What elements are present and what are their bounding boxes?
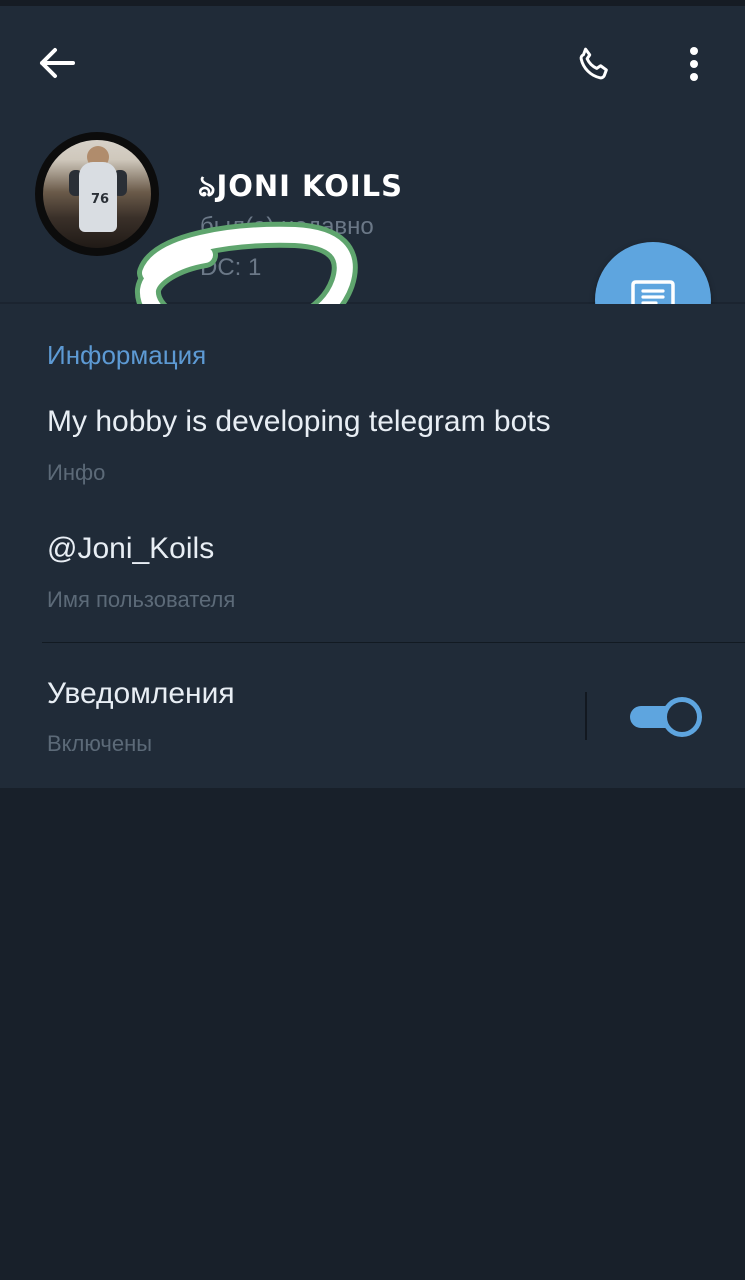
arrow-left-icon bbox=[40, 48, 75, 78]
avatar-shirt-number: 76 bbox=[90, 192, 110, 207]
profile-name: ঌJONI KOILS bbox=[198, 169, 404, 203]
bio-label: Инфо bbox=[47, 460, 106, 485]
notifications-state: Включены bbox=[47, 731, 153, 756]
toggle-divider bbox=[585, 692, 587, 740]
more-vertical-icon bbox=[690, 47, 698, 81]
notifications-title: Уведомления bbox=[47, 677, 235, 710]
phone-icon bbox=[579, 47, 608, 80]
avatar[interactable]: 76 bbox=[35, 132, 159, 256]
section-separator bbox=[42, 642, 745, 643]
more-menu-button[interactable] bbox=[668, 34, 720, 94]
toggle-knob bbox=[662, 697, 702, 737]
dc-label: DC: 1 bbox=[200, 254, 262, 281]
info-section-title: Информация bbox=[47, 340, 207, 370]
username-value: @Joni_Koils bbox=[47, 532, 215, 565]
username-label: Имя пользователя bbox=[47, 587, 236, 612]
call-button[interactable] bbox=[562, 34, 628, 94]
last-seen-status: был(а) недавно bbox=[200, 213, 374, 240]
profile-screen: 76 ঌJONI KOILS был(а) недавно DC: 1 Инфо… bbox=[0, 0, 745, 1280]
avatar-photo: 76 bbox=[43, 140, 151, 248]
empty-area bbox=[0, 788, 745, 1280]
notifications-toggle[interactable] bbox=[630, 697, 702, 737]
bio-value: My hobby is developing telegram bots bbox=[47, 405, 551, 438]
back-button[interactable] bbox=[22, 38, 92, 88]
